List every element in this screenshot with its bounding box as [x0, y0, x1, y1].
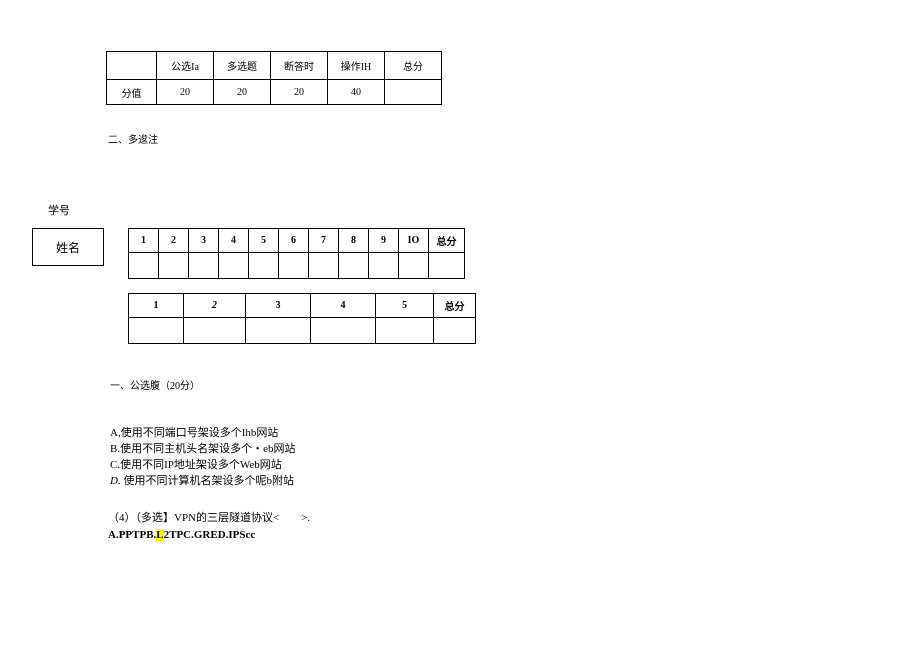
score-value-2: 20 — [214, 80, 271, 105]
at1-h2: 2 — [159, 229, 189, 253]
at1-a8 — [339, 253, 369, 279]
q4-l2-suffix: 2TPC.GRED.IPScc — [164, 529, 256, 541]
section-2-heading: 二、多逡注 — [108, 131, 158, 146]
at1-h4: 4 — [219, 229, 249, 253]
score-value-4: 40 — [328, 80, 385, 105]
at2-h4: 4 — [311, 294, 376, 318]
at1-a3 — [189, 253, 219, 279]
at2-a4 — [311, 318, 376, 344]
at1-h9: 9 — [369, 229, 399, 253]
at1-a6 — [279, 253, 309, 279]
q4-l2-highlight: L — [156, 529, 163, 541]
option-b: B.使用不同主机头名架设多个・eb网站 — [110, 442, 295, 458]
score-row-label: 分值 — [107, 80, 157, 105]
at1-h1: 1 — [129, 229, 159, 253]
name-box: 姓名 — [32, 228, 104, 266]
at1-htotal: 总分 — [429, 229, 465, 253]
at1-h6: 6 — [279, 229, 309, 253]
at2-a3 — [246, 318, 311, 344]
at2-h5: 5 — [376, 294, 434, 318]
section-1-heading: 一、公选腹（20分） — [110, 377, 200, 392]
at2-a5 — [376, 318, 434, 344]
at1-h5: 5 — [249, 229, 279, 253]
at1-h3: 3 — [189, 229, 219, 253]
score-header-4: 操作IH — [328, 52, 385, 80]
at1-h10: IO — [399, 229, 429, 253]
at2-a1 — [129, 318, 184, 344]
score-header-3: 断答时 — [271, 52, 328, 80]
score-header-blank — [107, 52, 157, 80]
score-value-3: 20 — [271, 80, 328, 105]
q4-line1: （4）（多选】VPN的三层隧道协议< >. — [108, 510, 310, 527]
score-header-2: 多选题 — [214, 52, 271, 80]
at2-a6 — [434, 318, 476, 344]
score-summary-table: 公选Ia 多选题 断答时 操作IH 总分 分值 20 20 20 40 — [106, 51, 442, 105]
answer-table-1: 1 2 3 4 5 6 7 8 9 IO 总分 — [128, 228, 465, 279]
q4-l2-prefix: A.PPTPB. — [108, 529, 156, 541]
score-header-total: 总分 — [385, 52, 442, 80]
at1-a10 — [399, 253, 429, 279]
option-c: C.使用不同IP地址架设多个Web网站 — [110, 458, 295, 474]
at1-atotal — [429, 253, 465, 279]
at2-h1: 1 — [129, 294, 184, 318]
score-value-total — [385, 80, 442, 105]
at1-a2 — [159, 253, 189, 279]
at1-a4 — [219, 253, 249, 279]
option-d-text: 使用不同计算机名架设多个呢b附站 — [121, 475, 294, 487]
option-d: D. 使用不同计算机名架设多个呢b附站 — [110, 474, 295, 490]
options-block: A,使用不同端口号架设多个Ihb网站 B.使用不同主机头名架设多个・eb网站 C… — [110, 426, 295, 490]
option-a: A,使用不同端口号架设多个Ihb网站 — [110, 426, 295, 442]
at2-h6: 总分 — [434, 294, 476, 318]
at1-a1 — [129, 253, 159, 279]
at2-h3: 3 — [246, 294, 311, 318]
at1-a9 — [369, 253, 399, 279]
student-id-label: 学号 — [48, 202, 70, 218]
question-4-block: （4）（多选】VPN的三层隧道协议< >. A.PPTPB.L2TPC.GRED… — [108, 510, 310, 543]
name-label: 姓名 — [56, 239, 80, 256]
at2-a2 — [184, 318, 246, 344]
at1-a5 — [249, 253, 279, 279]
answer-table-2: 1 2 3 4 5 总分 — [128, 293, 476, 344]
at1-a7 — [309, 253, 339, 279]
at1-h8: 8 — [339, 229, 369, 253]
score-header-1: 公选Ia — [157, 52, 214, 80]
at2-h2: 2 — [184, 294, 246, 318]
at1-h7: 7 — [309, 229, 339, 253]
score-value-1: 20 — [157, 80, 214, 105]
q4-line2: A.PPTPB.L2TPC.GRED.IPScc — [108, 527, 310, 544]
option-d-prefix: D. — [110, 475, 121, 487]
